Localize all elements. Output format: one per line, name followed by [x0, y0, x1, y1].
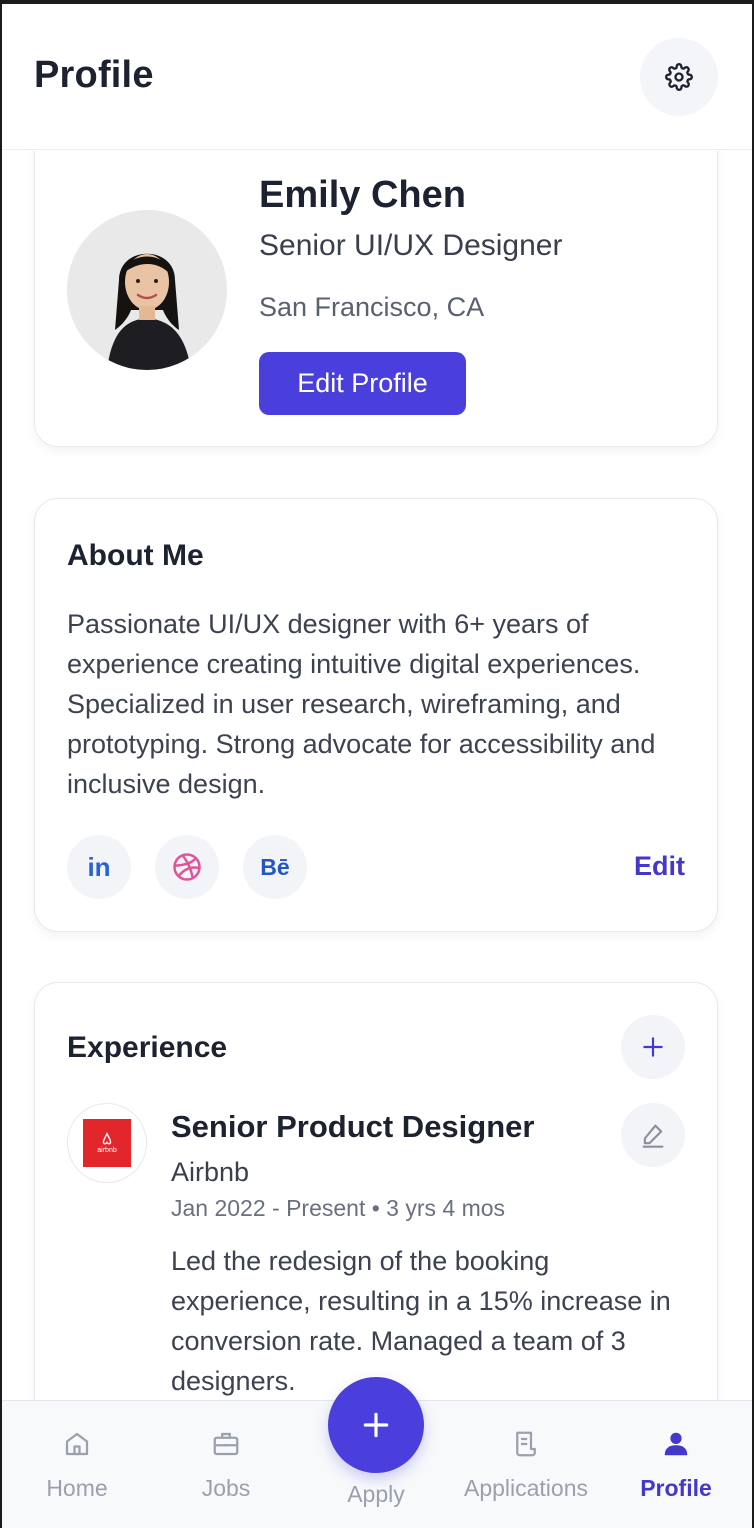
document-icon: [516, 1431, 536, 1457]
dribbble-button[interactable]: [155, 835, 219, 899]
edit-experience-button[interactable]: [621, 1103, 685, 1167]
nav-label-jobs: Jobs: [201, 1475, 251, 1501]
bottom-navigation: Home Jobs Apply Applications Profile: [2, 1377, 752, 1528]
experience-dates: Jan 2022 - Present • 3 yrs 4 mos: [171, 1195, 506, 1221]
about-edit-link[interactable]: Edit: [634, 851, 685, 882]
nav-item-jobs[interactable]: Jobs: [151, 1429, 301, 1502]
home-icon: [65, 1432, 89, 1456]
experience-title: Experience: [67, 1031, 228, 1064]
nav-label-apply[interactable]: Apply: [301, 1481, 451, 1508]
profile-card: Emily Chen Senior UI/UX Designer San Fra…: [34, 151, 718, 447]
nav-item-home[interactable]: Home: [2, 1429, 152, 1502]
linkedin-icon: in: [87, 851, 111, 882]
pencil-icon: [642, 1124, 664, 1148]
settings-button[interactable]: [640, 38, 718, 116]
profile-name: Emily Chen: [259, 174, 466, 216]
about-text: Passionate UI/UX designer with 6+ years …: [67, 609, 656, 799]
nav-label-applications: Applications: [463, 1475, 589, 1501]
experience-role: Senior Product Designer: [171, 1109, 535, 1144]
avatar-photo: [67, 210, 227, 370]
nav-item-profile[interactable]: Profile: [601, 1429, 751, 1502]
avatar: [67, 210, 227, 370]
experience-card: Experience airbnb Senior Product Designe…: [34, 982, 718, 1400]
behance-button[interactable]: Bē: [243, 835, 307, 899]
linkedin-button[interactable]: in: [67, 835, 131, 899]
apply-button[interactable]: [328, 1377, 424, 1473]
add-experience-button[interactable]: [621, 1015, 685, 1079]
company-logo: airbnb: [67, 1103, 147, 1183]
page-title: Profile: [34, 54, 154, 96]
scroll-content[interactable]: Emily Chen Senior UI/UX Designer San Fra…: [2, 151, 752, 1400]
experience-company: Airbnb: [171, 1157, 250, 1187]
user-icon: [664, 1432, 688, 1456]
profile-location: San Francisco, CA: [259, 292, 485, 322]
experience-description: Led the redesign of the booking experien…: [171, 1246, 671, 1396]
nav-item-applications[interactable]: Applications: [451, 1429, 601, 1502]
app-header: Profile: [2, 4, 752, 150]
gear-icon: [665, 63, 693, 91]
airbnb-logo: airbnb: [83, 1119, 131, 1167]
about-card: About Me Passionate UI/UX designer with …: [34, 498, 718, 932]
nav-label-home: Home: [46, 1475, 108, 1501]
briefcase-icon: [213, 1432, 239, 1456]
about-title: About Me: [67, 539, 204, 572]
airbnb-wordmark: airbnb: [97, 1147, 117, 1154]
edit-profile-button[interactable]: Edit Profile: [259, 352, 466, 415]
nav-label-profile: Profile: [640, 1475, 712, 1501]
behance-icon: Bē: [260, 853, 290, 880]
plus-icon: [363, 1412, 389, 1438]
dribbble-icon: [173, 853, 201, 881]
airbnb-mark-icon: [102, 1132, 112, 1145]
plus-icon: [643, 1037, 663, 1057]
profile-job-title: Senior UI/UX Designer: [259, 229, 563, 262]
